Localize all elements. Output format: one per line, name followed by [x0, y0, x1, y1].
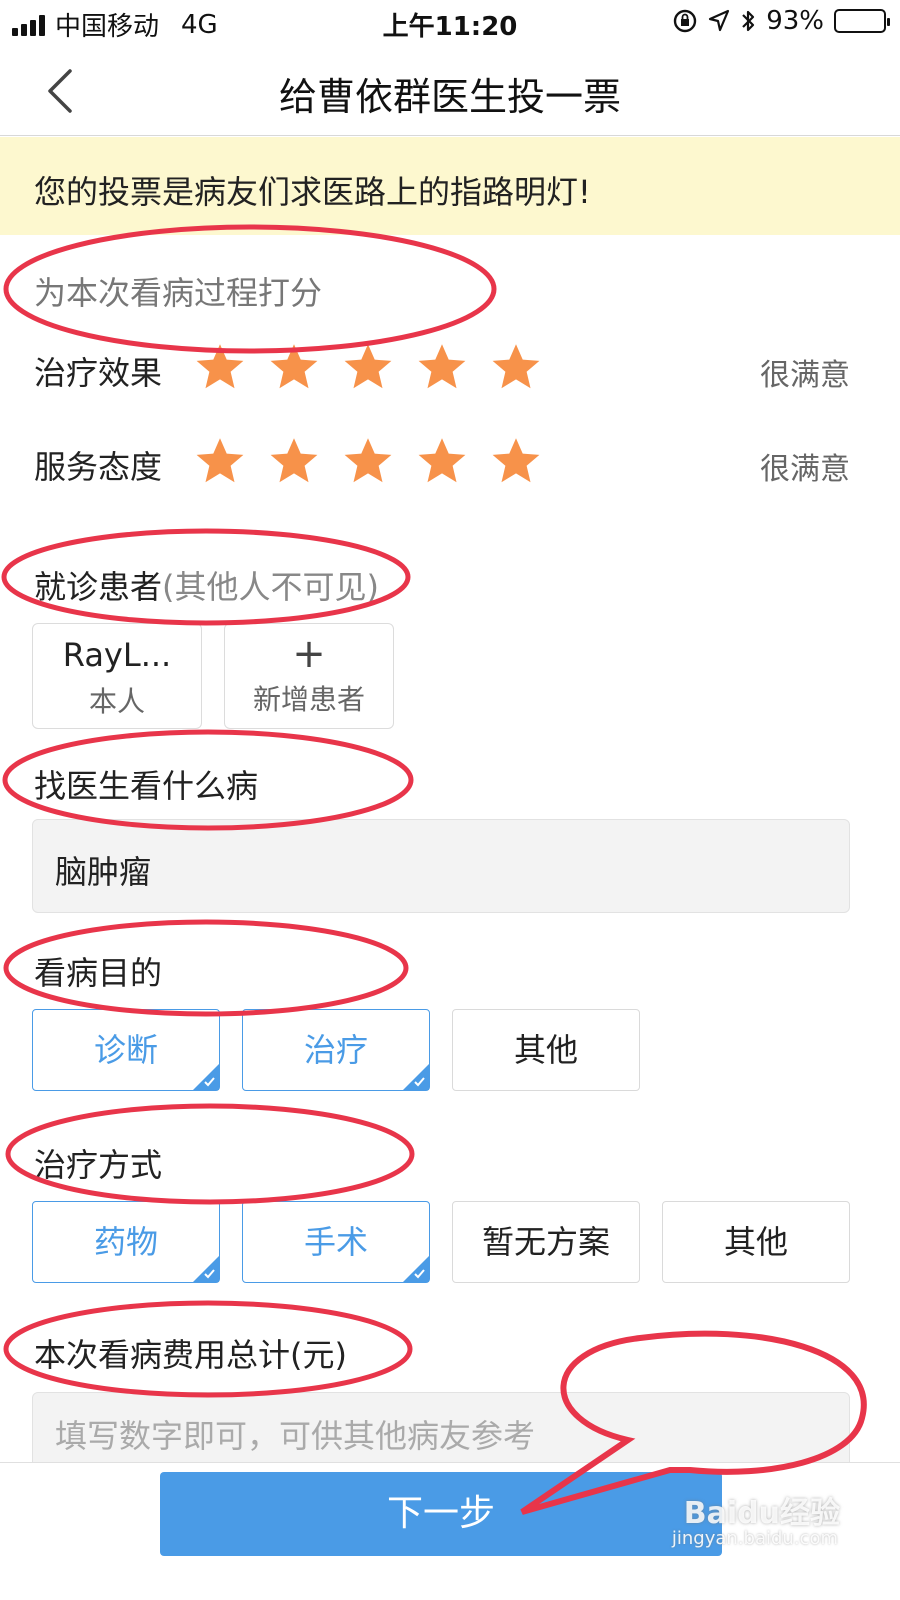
- star-icon[interactable]: [342, 435, 394, 487]
- star-icon[interactable]: [268, 435, 320, 487]
- purpose-option-diagnosis[interactable]: 诊断: [32, 1009, 220, 1091]
- battery-percent: 93%: [766, 6, 824, 36]
- disease-heading: 找医生看什么病: [34, 767, 259, 805]
- star-icon[interactable]: [490, 435, 542, 487]
- rating-result-service: 很满意: [760, 452, 850, 487]
- rating-label-service: 服务态度: [34, 448, 163, 486]
- option-label: 其他: [723, 1223, 788, 1261]
- baidu-watermark: Baidu经验: [683, 1496, 840, 1531]
- rating-heading: 为本次看病过程打分: [34, 274, 323, 312]
- option-label: 暂无方案: [481, 1223, 610, 1261]
- patient-heading: 就诊患者(其他人不可见): [34, 562, 379, 608]
- patient-card-self[interactable]: RayL... 本人: [32, 623, 202, 729]
- page-title: 给曹依群医生投一票: [278, 75, 621, 119]
- check-corner-icon: [193, 1256, 219, 1282]
- rating-label-effect: 治疗效果: [34, 354, 163, 392]
- status-right: 93%: [672, 6, 890, 36]
- add-patient-button[interactable]: + 新增患者: [224, 623, 394, 729]
- option-label: 药物: [93, 1223, 158, 1261]
- battery-icon: [834, 9, 890, 33]
- star-icon[interactable]: [490, 341, 542, 393]
- treatment-option-no-plan[interactable]: 暂无方案: [452, 1201, 640, 1283]
- treatment-option-other[interactable]: 其他: [662, 1201, 850, 1283]
- treatment-option-medicine[interactable]: 药物: [32, 1201, 220, 1283]
- star-icon[interactable]: [194, 341, 246, 393]
- notice-banner: 您的投票是病友们求医路上的指路明灯!: [0, 137, 900, 235]
- option-label: 治疗: [303, 1031, 368, 1069]
- check-corner-icon: [403, 1256, 429, 1282]
- star-icon[interactable]: [342, 341, 394, 393]
- star-icon[interactable]: [268, 341, 320, 393]
- star-icon[interactable]: [416, 341, 468, 393]
- bluetooth-icon: [742, 10, 755, 32]
- patient-relation: 本人: [88, 685, 145, 718]
- add-patient-label: 新增患者: [252, 683, 365, 716]
- status-bar: 中国移动 4G 上午11:20 93%: [0, 0, 900, 44]
- plus-icon: +: [292, 631, 326, 677]
- purpose-option-treatment[interactable]: 治疗: [242, 1009, 430, 1091]
- star-rating-effect[interactable]: [194, 341, 542, 393]
- option-label: 手术: [303, 1223, 368, 1261]
- star-icon[interactable]: [416, 435, 468, 487]
- option-label: 诊断: [93, 1031, 158, 1069]
- patient-heading-note: (其他人不可见): [162, 568, 379, 606]
- nav-bar: 给曹依群医生投一票: [0, 44, 900, 136]
- purpose-heading: 看病目的: [34, 954, 163, 992]
- star-rating-service[interactable]: [194, 435, 542, 487]
- location-icon: [709, 9, 730, 32]
- check-corner-icon: [193, 1064, 219, 1090]
- patient-name: RayL...: [62, 636, 172, 674]
- treatment-heading: 治疗方式: [34, 1146, 163, 1184]
- option-label: 其他: [513, 1031, 578, 1069]
- patient-heading-text: 就诊患者: [34, 568, 163, 606]
- check-corner-icon: [403, 1064, 429, 1090]
- rating-result-effect: 很满意: [760, 358, 850, 393]
- next-step-button[interactable]: 下一步: [160, 1472, 722, 1556]
- disease-field[interactable]: 脑肿瘤: [32, 819, 850, 913]
- star-icon[interactable]: [194, 435, 246, 487]
- cost-heading: 本次看病费用总计(元): [34, 1336, 347, 1374]
- purpose-option-other[interactable]: 其他: [452, 1009, 640, 1091]
- baidu-watermark-url: jingyan.baidu.com: [671, 1528, 838, 1549]
- rotation-lock-icon: [674, 9, 697, 33]
- treatment-option-surgery[interactable]: 手术: [242, 1201, 430, 1283]
